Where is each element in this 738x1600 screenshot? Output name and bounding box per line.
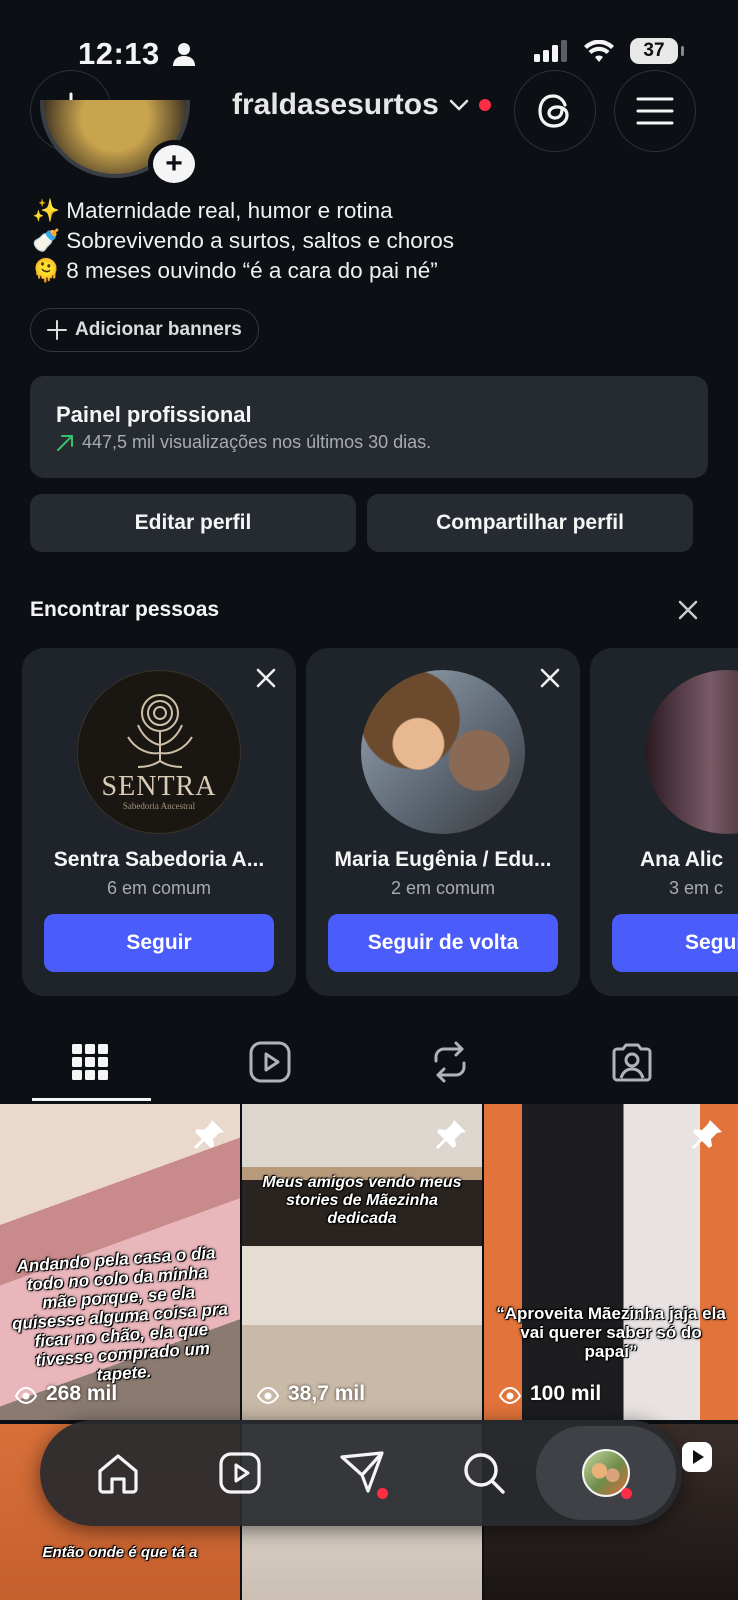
nav-search[interactable] — [456, 1445, 512, 1501]
tagged-icon — [612, 1043, 652, 1082]
cellular-signal-icon — [534, 40, 567, 62]
nav-messages[interactable] — [334, 1445, 390, 1501]
notification-dot — [377, 1488, 388, 1499]
dismiss-icon[interactable] — [538, 666, 562, 690]
dashboard-title: Painel profissional — [56, 402, 252, 427]
reels-icon — [249, 1041, 291, 1083]
post-caption: Meus amigos vendo meus stories de Mãezin… — [262, 1174, 462, 1227]
menu-button[interactable] — [614, 70, 696, 152]
follow-back-button[interactable]: Seguir de volta — [328, 914, 558, 972]
logo-wordmark: SENTRA — [101, 771, 217, 802]
search-icon — [464, 1453, 505, 1494]
hamburger-menu-icon — [636, 97, 674, 125]
suggestion-card[interactable]: Maria Eugênia / Edu... 2 em comum Seguir… — [306, 648, 580, 996]
suggestion-avatar[interactable]: SENTRA Sabedoria Ancestral — [77, 670, 241, 834]
suggestion-name: Sentra Sabedoria A... — [53, 848, 265, 871]
bio-line: 🍼 Sobrevivendo a surtos, saltos e choros — [32, 228, 454, 253]
floating-video-badge[interactable] — [680, 1440, 714, 1486]
share-profile-button[interactable]: Compartilhar perfil — [367, 494, 693, 552]
status-time: 12:13 — [78, 36, 195, 72]
mutual-count: 3 em c — [669, 878, 724, 898]
bio-line: 🫠 8 meses ouvindo “é a cara do pai né” — [32, 258, 438, 283]
post-caption: Então onde é que tá a — [42, 1544, 198, 1561]
profile-bio: ✨ Maternidade real, humor e rotina 🍼 Sob… — [32, 196, 454, 286]
active-tab-indicator — [32, 1098, 151, 1101]
mutual-count: 6 em comum — [106, 878, 212, 898]
post-caption: Andando pela casa o dia todo no colo da … — [11, 1243, 229, 1385]
follow-button[interactable]: Seguir d — [612, 914, 738, 972]
suggestion-avatar[interactable] — [361, 670, 525, 834]
edit-profile-button[interactable]: Editar perfil — [30, 494, 356, 552]
dashboard-subtitle: 447,5 mil visualizações nos últimos 30 d… — [82, 432, 432, 452]
grid-icon — [72, 1044, 108, 1080]
nav-reels[interactable] — [212, 1445, 268, 1501]
logo-subtitle: Sabedoria Ancestral — [122, 801, 196, 811]
view-count: 268 mil — [14, 1382, 117, 1406]
pin-icon — [436, 1120, 466, 1149]
tab-tagged[interactable] — [602, 1040, 662, 1084]
person-icon — [172, 43, 195, 66]
tree-logo-icon — [127, 694, 193, 768]
home-icon — [98, 1454, 138, 1494]
suggestion-name: Ana Alic — [640, 848, 724, 871]
notification-dot — [621, 1488, 632, 1499]
eye-icon — [256, 1386, 280, 1405]
eye-icon — [498, 1386, 522, 1405]
suggestion-name: Maria Eugênia / Edu... — [334, 848, 552, 871]
tab-grid[interactable] — [60, 1040, 120, 1084]
post-tile[interactable]: Meus amigos vendo meus stories de Mãezin… — [242, 1104, 482, 1420]
view-count: 38,7 mil — [256, 1382, 365, 1406]
pin-icon — [692, 1120, 722, 1149]
tab-reels[interactable] — [240, 1040, 300, 1084]
tab-reposts[interactable] — [420, 1040, 480, 1084]
bottom-navigation — [40, 1420, 682, 1526]
suggestion-avatar[interactable] — [645, 670, 738, 834]
battery-indicator: 37 — [630, 38, 684, 64]
notification-dot — [478, 99, 491, 111]
nav-profile[interactable] — [578, 1445, 634, 1501]
follow-button[interactable]: Seguir — [44, 914, 274, 972]
wifi-icon — [584, 40, 614, 62]
username: fraldasesurtos — [232, 88, 439, 121]
add-story-badge[interactable]: + — [148, 140, 200, 188]
professional-dashboard[interactable]: Painel profissional 447,5 mil visualizaç… — [30, 376, 708, 478]
post-caption: “Aproveita Mãezinha jaja ela vai querer … — [496, 1304, 726, 1361]
view-count: 100 mil — [498, 1382, 601, 1406]
add-banners-button[interactable]: Adicionar banners — [30, 308, 259, 352]
post-tile[interactable]: Andando pela casa o dia todo no colo da … — [0, 1104, 240, 1420]
chevron-down-icon — [449, 99, 468, 111]
eye-icon — [14, 1386, 38, 1405]
close-icon[interactable] — [676, 598, 700, 622]
trending-up-icon — [57, 434, 73, 451]
account-switcher[interactable]: fraldasesurtos — [232, 88, 491, 122]
suggestion-card[interactable]: SENTRA Sabedoria Ancestral Sentra Sabedo… — [22, 648, 296, 996]
play-badge-icon — [682, 1442, 712, 1472]
bio-line: ✨ Maternidade real, humor e rotina — [32, 198, 393, 223]
dismiss-icon[interactable] — [254, 666, 278, 690]
pin-icon — [194, 1120, 224, 1149]
threads-button[interactable] — [514, 70, 596, 152]
suggestion-card-clipped[interactable]: Ana Alic 3 em c Seguir d — [590, 648, 738, 996]
threads-icon — [538, 94, 569, 128]
plus-icon — [47, 320, 67, 340]
nav-home[interactable] — [90, 1445, 146, 1501]
status-indicators: 37 — [534, 38, 684, 64]
reels-icon — [219, 1452, 261, 1494]
discover-people-title: Encontrar pessoas — [30, 598, 220, 621]
reposts-icon — [434, 1041, 466, 1083]
mutual-count: 2 em comum — [390, 878, 496, 898]
post-tile[interactable]: “Aproveita Mãezinha jaja ela vai querer … — [484, 1104, 738, 1420]
